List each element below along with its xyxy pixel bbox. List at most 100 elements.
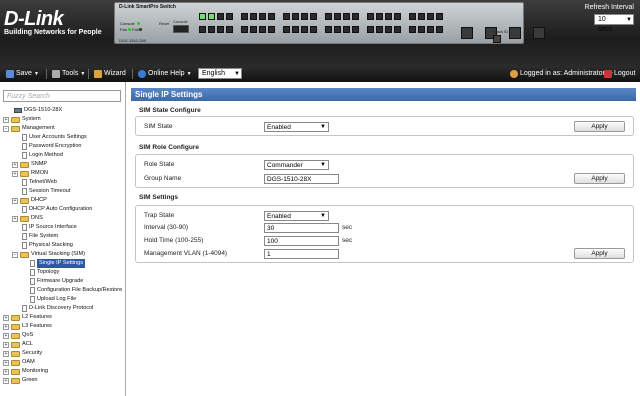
tree-device[interactable]: DGS-1510-28X	[14, 106, 62, 115]
tree-item-management[interactable]: − Management	[3, 124, 55, 133]
tree-label: Password Encryption	[29, 143, 82, 149]
trap-state-select[interactable]: Enabled ▼	[264, 211, 329, 221]
tree-item-login-method[interactable]: Login Method	[22, 151, 63, 160]
tree-item-rmon[interactable]: + RMON	[12, 169, 48, 178]
page-icon	[22, 134, 27, 141]
tree-label: DHCP	[31, 197, 47, 203]
tree-item-firmware-upgrade[interactable]: Firmware Upgrade	[30, 277, 83, 286]
tree-item-monitoring[interactable]: + Monitoring	[3, 367, 48, 376]
tree-label: OAM	[22, 359, 35, 365]
sim-role-apply-button[interactable]: Apply	[574, 173, 625, 184]
save-menu[interactable]: Save ▼	[6, 69, 39, 79]
tree-item-security[interactable]: + Security	[3, 349, 42, 358]
tree-item-password-encryption[interactable]: Password Encryption	[22, 142, 82, 151]
interval-input[interactable]: 30	[264, 223, 339, 233]
expand-icon[interactable]: +	[12, 170, 18, 177]
tree-item-acl[interactable]: + ACL	[3, 340, 33, 349]
ethernet-port-icon	[367, 26, 374, 33]
fuzzy-search-input[interactable]: Fuzzy Search	[3, 90, 121, 102]
folder-icon	[11, 341, 20, 348]
tree-item-virtual-stacking[interactable]: − Virtual Stacking (SIM)	[12, 250, 85, 259]
tree-label: User Accounts Settings	[29, 134, 87, 140]
tree-item-user-accounts[interactable]: User Accounts Settings	[22, 133, 87, 142]
tree-label: System	[22, 116, 41, 122]
expand-icon[interactable]: +	[3, 314, 9, 321]
tree-item-snmp[interactable]: + SNMP	[12, 160, 47, 169]
tree-item-config-backup[interactable]: Configuration File Backup/Restore	[30, 286, 122, 295]
collapse-icon[interactable]: −	[12, 251, 18, 258]
tree-item-dhcp-auto-config[interactable]: DHCP Auto Configuration	[22, 205, 92, 214]
expand-icon[interactable]: +	[3, 341, 9, 348]
chevron-down-icon: ▼	[80, 71, 86, 77]
tree-label: Physical Stacking	[29, 242, 73, 248]
tree-item-dlink-discovery[interactable]: D-Link Discovery Protocol	[22, 304, 93, 313]
tree-item-upload-log[interactable]: Upload Log File	[30, 295, 76, 304]
tree-item-session-timeout[interactable]: Session Timeout	[22, 187, 70, 196]
page-icon	[22, 206, 27, 213]
tree-item-file-system[interactable]: File System	[22, 232, 58, 241]
expand-icon[interactable]: +	[12, 215, 18, 222]
tools-menu[interactable]: Tools ▼	[52, 69, 85, 79]
expand-icon[interactable]: +	[12, 197, 18, 204]
chevron-down-icon: ▼	[320, 162, 326, 168]
stack-id-icon	[493, 35, 501, 43]
ethernet-port-icon	[217, 13, 224, 20]
tree-item-green[interactable]: + Green	[3, 376, 38, 385]
tree-label: Topology	[37, 269, 60, 275]
tree-label: Firmware Upgrade	[37, 278, 84, 284]
tools-icon	[52, 70, 60, 78]
expand-icon[interactable]: +	[3, 350, 9, 357]
tree-item-dns[interactable]: + DNS	[12, 214, 43, 223]
sim-role-section: Role State Commander ▼ Group Name DGS-15…	[135, 154, 634, 188]
expand-icon[interactable]: +	[3, 323, 9, 330]
expand-icon[interactable]: +	[3, 332, 9, 339]
tree-label: ACL	[22, 341, 33, 347]
group-name-input[interactable]: DGS-1510-28X	[264, 174, 339, 184]
role-state-label: Role State	[144, 161, 175, 168]
switch-front-panel: D-Link SmartPro Switch Console Fan Fail …	[114, 2, 545, 44]
ethernet-port-icon	[436, 26, 443, 33]
tree-item-dhcp[interactable]: + DHCP	[12, 196, 47, 205]
ethernet-port-icon	[376, 13, 383, 20]
tree-item-qos[interactable]: + QoS	[3, 331, 33, 340]
tree-item-physical-stacking[interactable]: Physical Stacking	[22, 241, 73, 250]
logo-text: D-Link	[4, 8, 64, 30]
collapse-icon[interactable]: −	[3, 125, 9, 132]
tree-item-l2-features[interactable]: + L2 Features	[3, 313, 52, 322]
interval-unit: sec	[342, 224, 353, 231]
language-select[interactable]: English ▼	[198, 68, 242, 79]
tree-item-telnet-web[interactable]: Telnet/Web	[22, 178, 57, 187]
hold-time-input[interactable]: 100	[264, 236, 339, 246]
logout-button[interactable]: Logout	[604, 69, 635, 79]
tree-item-topology[interactable]: Topology	[30, 268, 59, 277]
wizard-icon	[94, 70, 102, 78]
tree-label: SNMP	[31, 161, 48, 167]
wizard-button[interactable]: Wizard	[94, 69, 126, 79]
tree-item-l3-features[interactable]: + L3 Features	[3, 322, 52, 331]
expand-icon[interactable]: +	[3, 377, 9, 384]
expand-icon[interactable]: +	[3, 116, 9, 123]
ethernet-port-icon	[334, 13, 341, 20]
ethernet-port-icon	[418, 13, 425, 20]
tree-item-oam[interactable]: + OAM	[3, 358, 35, 367]
sim-state-apply-button[interactable]: Apply	[574, 121, 625, 132]
management-vlan-input[interactable]: 1	[264, 249, 339, 259]
sim-state-select[interactable]: Enabled ▼	[264, 122, 329, 132]
sim-settings-apply-button[interactable]: Apply	[574, 248, 625, 259]
fail-label: Fail	[132, 27, 139, 32]
role-state-select[interactable]: Commander ▼	[264, 160, 329, 170]
refresh-select[interactable]: 10 secs ▼	[594, 14, 634, 33]
page-icon	[22, 242, 27, 249]
expand-icon[interactable]: +	[12, 161, 18, 168]
tree-item-system[interactable]: + System	[3, 115, 41, 124]
tree-item-ip-source-interface[interactable]: IP Source Interface	[22, 223, 77, 232]
refresh-value: 10 secs	[598, 16, 613, 33]
online-help-menu[interactable]: Online Help ▼	[138, 69, 192, 79]
expand-icon[interactable]: +	[3, 368, 9, 375]
tree-label: Configuration File Backup/Restore	[37, 287, 123, 293]
expand-icon[interactable]: +	[3, 359, 9, 366]
divider	[132, 69, 133, 79]
hold-time-unit: sec	[342, 237, 353, 244]
tree-label: File System	[29, 233, 59, 239]
tree-item-single-ip-settings[interactable]: Single IP Settings	[30, 259, 86, 268]
